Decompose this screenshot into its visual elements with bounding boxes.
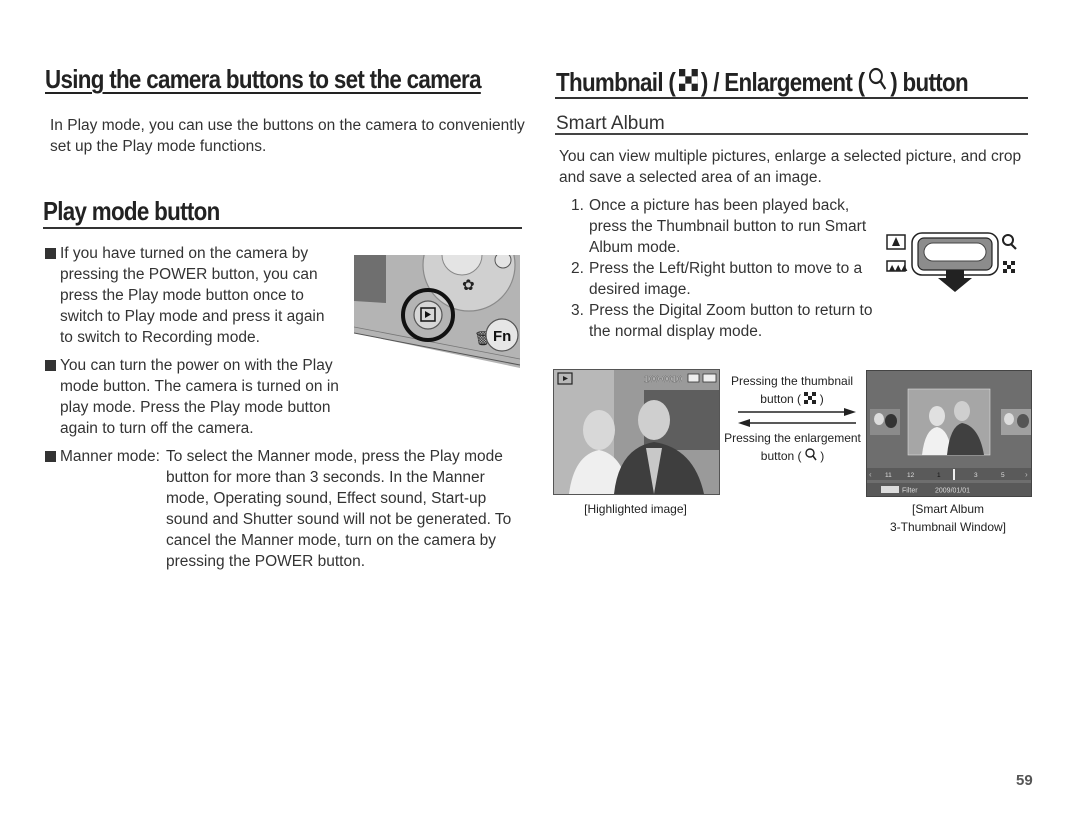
right-title-rule [555, 97, 1028, 99]
timeline-label: 5 [1001, 472, 1005, 479]
page-number: 59 [1016, 772, 1033, 789]
step-text-1: Once a picture has been played back, pre… [589, 197, 867, 256]
thumbnail-arrow-line1: Pressing the thumbnail [730, 374, 854, 388]
caption-smart-album: [Smart Album 3-Thumbnail Window] [889, 502, 1007, 534]
timeline-left-arrow: ‹ [869, 470, 872, 479]
timeline-label: 12 [907, 472, 915, 479]
step-text-3: Press the Digital Zoom button to return … [589, 302, 873, 340]
title-thumbnail-text: Thumbnail ( [556, 67, 676, 97]
enlargement-arrow-line1: Pressing the enlargement [724, 431, 861, 445]
smart-album-screen: ‹ › 11 12 1 3 5 Filter 2009/01/01 [866, 370, 1032, 497]
title-button-text: ) button [890, 67, 968, 97]
bullet-icon [45, 451, 56, 462]
subtitle-rule [555, 133, 1028, 135]
intro-text: In Play mode, you can use the buttons on… [50, 117, 525, 155]
title-enlargement-text: ) / Enlargement ( [700, 67, 865, 97]
manner-mode-label: Manner mode: [60, 448, 160, 465]
thumbnail-arrow-label: Pressing the thumbnail button ( ) [722, 372, 862, 409]
step-text-2: Press the Left/Right button to move to a… [589, 260, 863, 298]
page-title: Using the camera buttons to set the came… [45, 64, 482, 94]
bullet-text-2: You can turn the power on with the Play … [60, 357, 339, 437]
magnifier-icon [805, 448, 817, 466]
macro-icon: ✿ [462, 276, 475, 294]
filter-label: Filter [902, 488, 918, 495]
timeline-label: 3 [974, 472, 978, 479]
bullet-text-1: If you have turned on the camera by pres… [60, 245, 325, 346]
enlargement-arrow-label: Pressing the enlargement button ( ) [720, 429, 865, 466]
zoom-lever-illustration: ▲▲▲ [884, 230, 1024, 294]
lcd-screen-edge [354, 255, 386, 303]
step-num-3: 3. [571, 302, 584, 319]
step-num-2: 2. [571, 260, 584, 277]
step-num-1: 1. [571, 197, 584, 214]
section-rule [43, 227, 522, 229]
filter-date: 2009/01/01 [935, 488, 970, 495]
section-title-play-mode: Play mode button [43, 196, 220, 226]
manner-mode-text: To select the Manner mode, press the Pla… [166, 448, 512, 570]
right-title: Thumbnail ( ) / Enlargement ( ) button [556, 67, 969, 98]
subtitle-smart-album: Smart Album [556, 113, 665, 134]
highlighted-image-screen: 100-0010 [553, 369, 720, 495]
bullet-icon [45, 248, 56, 259]
battery-icon [702, 373, 717, 383]
timeline-label: 11 [885, 472, 892, 479]
bullet-icon [45, 360, 56, 371]
thumbnail-arrow-line2: button ( ) [722, 390, 862, 409]
menu-icon [881, 486, 899, 493]
timeline-label: 1 [937, 472, 941, 479]
svg-text:▲▲▲: ▲▲▲ [889, 263, 908, 272]
timeline-cursor [953, 469, 955, 480]
enlargement-arrow-line2: button ( ) [720, 447, 865, 466]
zoom-thumbnail-icon [1003, 261, 1015, 273]
thumbnail-icon [804, 391, 817, 409]
direction-arrows [738, 408, 856, 428]
timeline-right-arrow: › [1025, 470, 1028, 479]
memory-icon [687, 373, 700, 383]
camera-play-button-illustration: ✿ 🗑 Fn [353, 218, 521, 368]
magnifier-icon [868, 67, 887, 98]
thumbnail-icon [678, 67, 698, 98]
down-arrow-icon [938, 278, 972, 292]
fn-button-label: Fn [493, 328, 511, 345]
file-number: 100-0010 [644, 374, 682, 384]
right-intro-text: You can view multiple pictures, enlarge … [559, 148, 1022, 186]
caption-highlighted-image: [Highlighted image] [584, 502, 687, 516]
